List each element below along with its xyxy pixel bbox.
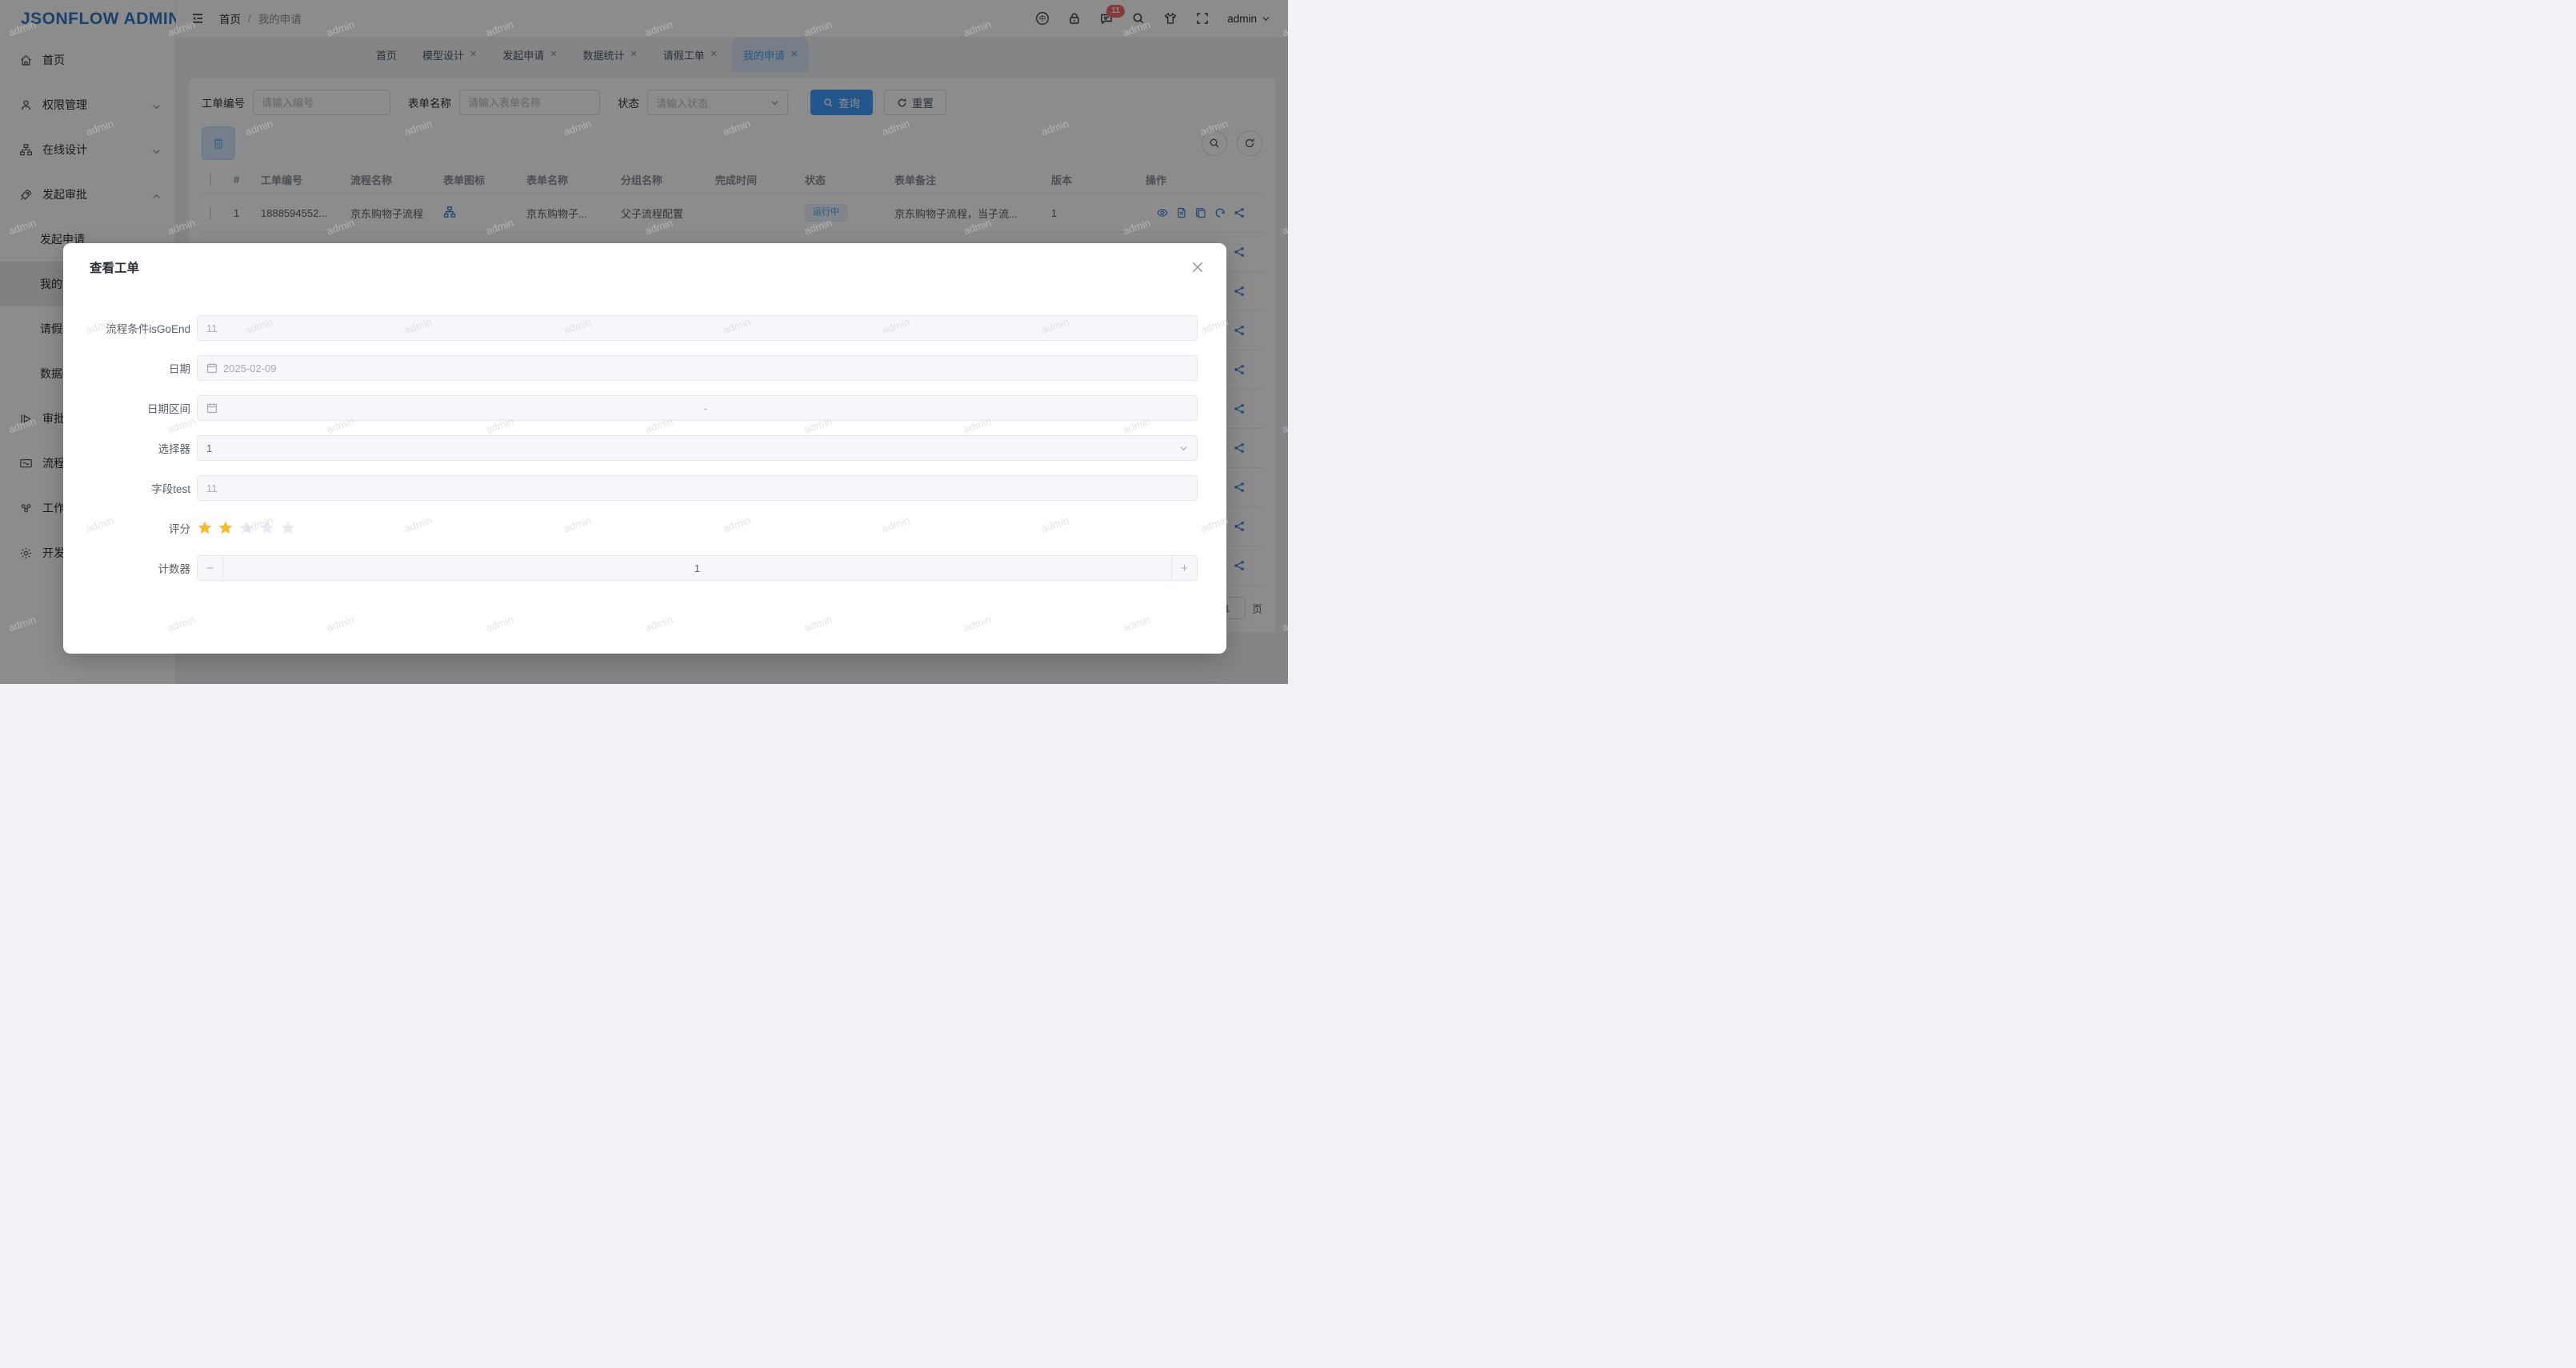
field-label: 日期 (89, 360, 190, 376)
form-row-date: 日期 2025-02-09 (89, 355, 1198, 381)
star-icon[interactable] (218, 520, 234, 536)
form-row-daterange: 日期区间 - (89, 395, 1198, 421)
star-icon[interactable] (197, 520, 213, 536)
form-row-select: 选择器 1 (89, 435, 1198, 461)
star-icon[interactable] (280, 520, 296, 536)
form-row-counter: 计数器 − 1 + (89, 555, 1198, 581)
fieldtest-input[interactable]: 11 (197, 475, 1198, 501)
form-row-fieldtest: 字段test 11 (89, 475, 1198, 501)
selector-select[interactable]: 1 (197, 435, 1198, 461)
field-label: 字段test (89, 480, 190, 496)
star-icon[interactable] (238, 520, 254, 536)
field-label: 计数器 (89, 560, 190, 576)
daterange-input[interactable]: - (197, 395, 1198, 421)
form-row-isgoend: 流程条件isGoEnd 11 (89, 315, 1198, 341)
field-label: 评分 (89, 520, 190, 536)
calendar-icon (206, 362, 218, 374)
chevron-down-icon (1179, 444, 1188, 453)
range-separator: - (223, 402, 1188, 414)
calendar-icon (206, 402, 218, 414)
counter-input: − 1 + (197, 555, 1198, 581)
counter-value[interactable]: 1 (223, 562, 1171, 574)
field-label: 选择器 (89, 440, 190, 456)
form-row-rate: 评分 (89, 515, 1198, 541)
counter-increase-button[interactable]: + (1171, 556, 1197, 580)
field-label: 日期区间 (89, 400, 190, 416)
star-icon[interactable] (259, 520, 275, 536)
date-input[interactable]: 2025-02-09 (197, 355, 1198, 381)
field-label: 流程条件isGoEnd (89, 320, 190, 336)
counter-decrease-button[interactable]: − (198, 556, 223, 580)
rate-stars[interactable] (197, 520, 296, 536)
modal-header: 查看工单 (63, 243, 1226, 291)
modal-title: 查看工单 (90, 258, 139, 276)
modal-form: 流程条件isGoEnd 11 日期 2025-02-09 日期区间 - 选择器 … (63, 291, 1226, 581)
isgoend-input[interactable]: 11 (197, 315, 1198, 341)
view-order-modal: 查看工单 流程条件isGoEnd 11 日期 2025-02-09 日期区间 -… (63, 243, 1226, 654)
close-icon[interactable] (1191, 261, 1204, 274)
